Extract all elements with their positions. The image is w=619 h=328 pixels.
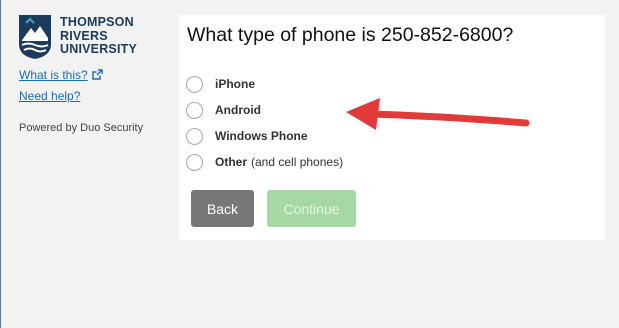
- option-label: Windows Phone: [215, 129, 308, 143]
- radio-windows-phone[interactable]: [186, 127, 203, 145]
- logo-line-2: RIVERS: [60, 28, 108, 43]
- option-android[interactable]: Android: [186, 97, 343, 123]
- logo-line-3: UNIVERSITY: [60, 42, 138, 56]
- external-link-icon: [92, 69, 103, 80]
- device-prompt-panel: What type of phone is 250-852-6800? iPho…: [179, 15, 605, 240]
- back-button[interactable]: Back: [191, 190, 254, 227]
- sidebar: THOMPSON RIVERS UNIVERSITY What is this?…: [18, 14, 168, 134]
- window-left-border: [0, 0, 1, 328]
- need-help-link[interactable]: Need help?: [19, 89, 80, 103]
- logo-line-1: THOMPSON: [60, 15, 134, 29]
- option-label: iPhone: [215, 77, 256, 91]
- option-iphone[interactable]: iPhone: [186, 71, 343, 97]
- option-sublabel: (and cell phones): [251, 155, 344, 169]
- tru-logo: THOMPSON RIVERS UNIVERSITY: [18, 14, 168, 60]
- powered-by-text: Powered by Duo Security: [19, 122, 144, 134]
- radio-android[interactable]: [186, 101, 203, 119]
- what-is-this-link[interactable]: What is this?: [19, 68, 103, 82]
- tru-mountain-logo-icon: [19, 15, 51, 59]
- option-other[interactable]: Other (and cell phones): [186, 149, 343, 175]
- radio-iphone[interactable]: [186, 75, 203, 93]
- option-windows-phone[interactable]: Windows Phone: [186, 123, 343, 149]
- option-label: Other: [215, 155, 248, 169]
- page-title: What type of phone is 250-852-6800?: [187, 24, 514, 46]
- logo-wordmark: THOMPSON RIVERS UNIVERSITY: [60, 15, 138, 57]
- option-label: Android: [215, 103, 261, 117]
- what-is-this-label: What is this?: [19, 68, 88, 82]
- radio-other[interactable]: [186, 153, 203, 171]
- phone-type-options: iPhone Android Windows Phone Other (and c…: [186, 71, 343, 175]
- continue-button[interactable]: Continue: [267, 190, 356, 227]
